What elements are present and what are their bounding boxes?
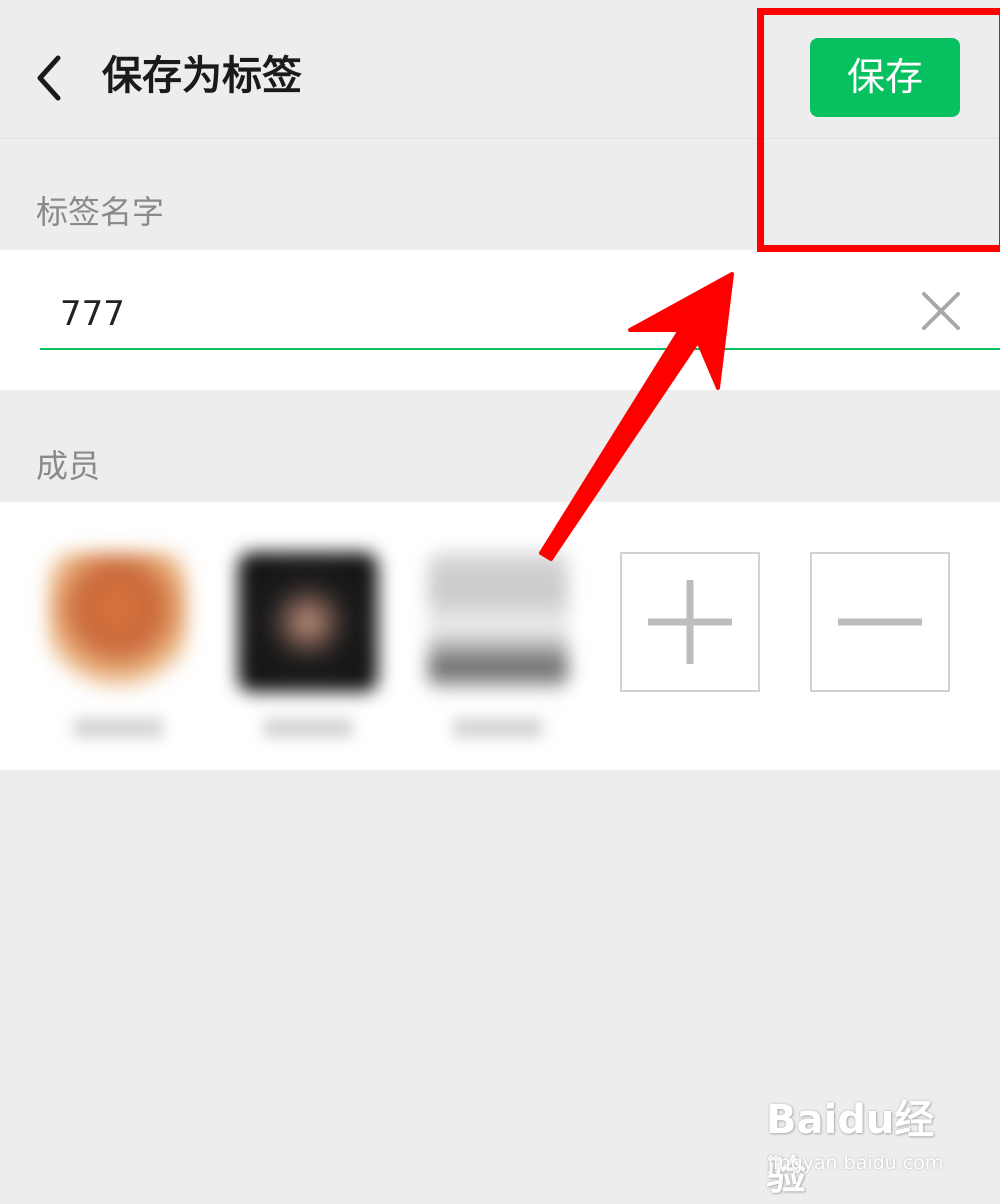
member-item[interactable] — [428, 552, 568, 738]
watermark-url: jingyan.baidu.com — [768, 1152, 944, 1174]
members-panel — [0, 502, 1000, 770]
input-underline — [40, 348, 1000, 350]
minus-icon — [838, 618, 922, 626]
member-name-blurred — [453, 718, 543, 738]
watermark-logo: Baidu经验 — [766, 1097, 935, 1199]
remove-member-button[interactable] — [810, 552, 950, 692]
save-button[interactable]: 保存 — [810, 38, 960, 117]
chevron-left-icon — [37, 55, 61, 101]
clear-input-button[interactable] — [912, 282, 970, 340]
tag-name-label: 标签名字 — [36, 193, 165, 231]
avatar — [428, 552, 568, 692]
add-member-button[interactable] — [620, 552, 760, 692]
avatar — [48, 552, 188, 692]
watermark: Baidu经验 jingyan.baidu.com — [766, 1092, 966, 1199]
tag-name-input[interactable] — [40, 280, 900, 348]
member-name-blurred — [73, 718, 163, 738]
nav-header: 保存为标签 保存 — [0, 0, 1000, 139]
tag-name-panel — [0, 250, 1000, 390]
member-item[interactable] — [238, 552, 378, 738]
member-item[interactable] — [48, 552, 188, 738]
plus-icon — [648, 580, 732, 664]
page-title: 保存为标签 — [102, 53, 302, 99]
back-button[interactable] — [18, 38, 82, 118]
avatar — [238, 552, 378, 692]
member-name-blurred — [263, 718, 353, 738]
members-label: 成员 — [36, 447, 101, 485]
close-icon — [922, 292, 960, 330]
